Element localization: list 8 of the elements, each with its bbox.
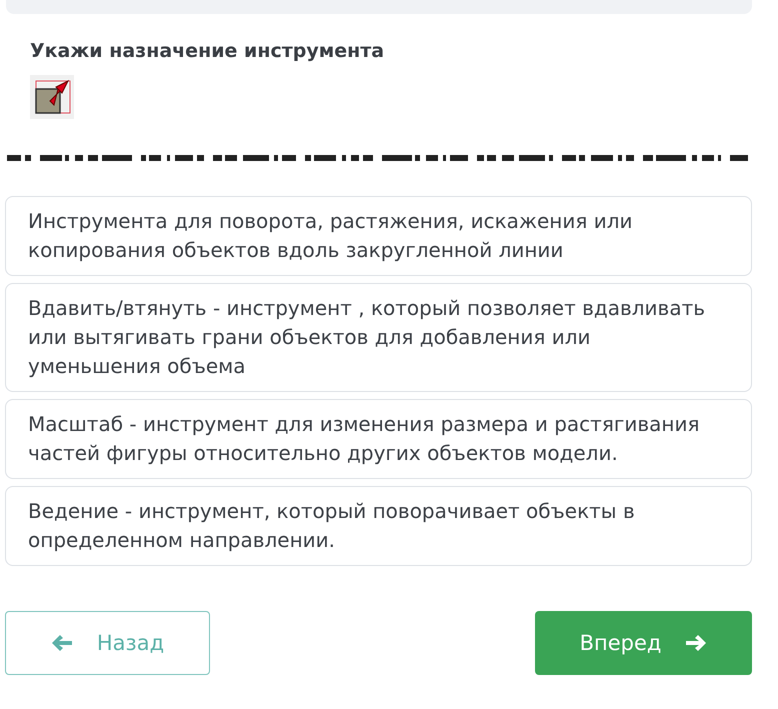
answer-option[interactable]: Вдавить/втянуть - инструмент , который позволяет вдавливать или вытягивать грани объектов для добавления или уменьшения объема xyxy=(5,283,752,392)
arrow-left-icon xyxy=(50,634,73,652)
arrow-right-icon xyxy=(685,634,708,652)
answer-option[interactable]: Ведение - инструмент, который поворачивает объекты в определенном направлении. xyxy=(5,486,752,566)
question-title: Укажи назначение инструмента xyxy=(30,40,386,62)
answer-option[interactable]: Масштаб - инструмент для изменения размера и растягивания частей фигуры относительно других объектов модели. xyxy=(5,399,752,479)
answer-option[interactable]: Инструмента для поворота, растяжения, искажения или копирования объектов вдоль закругленной линии xyxy=(5,196,752,276)
resize-tool-icon xyxy=(30,75,74,119)
